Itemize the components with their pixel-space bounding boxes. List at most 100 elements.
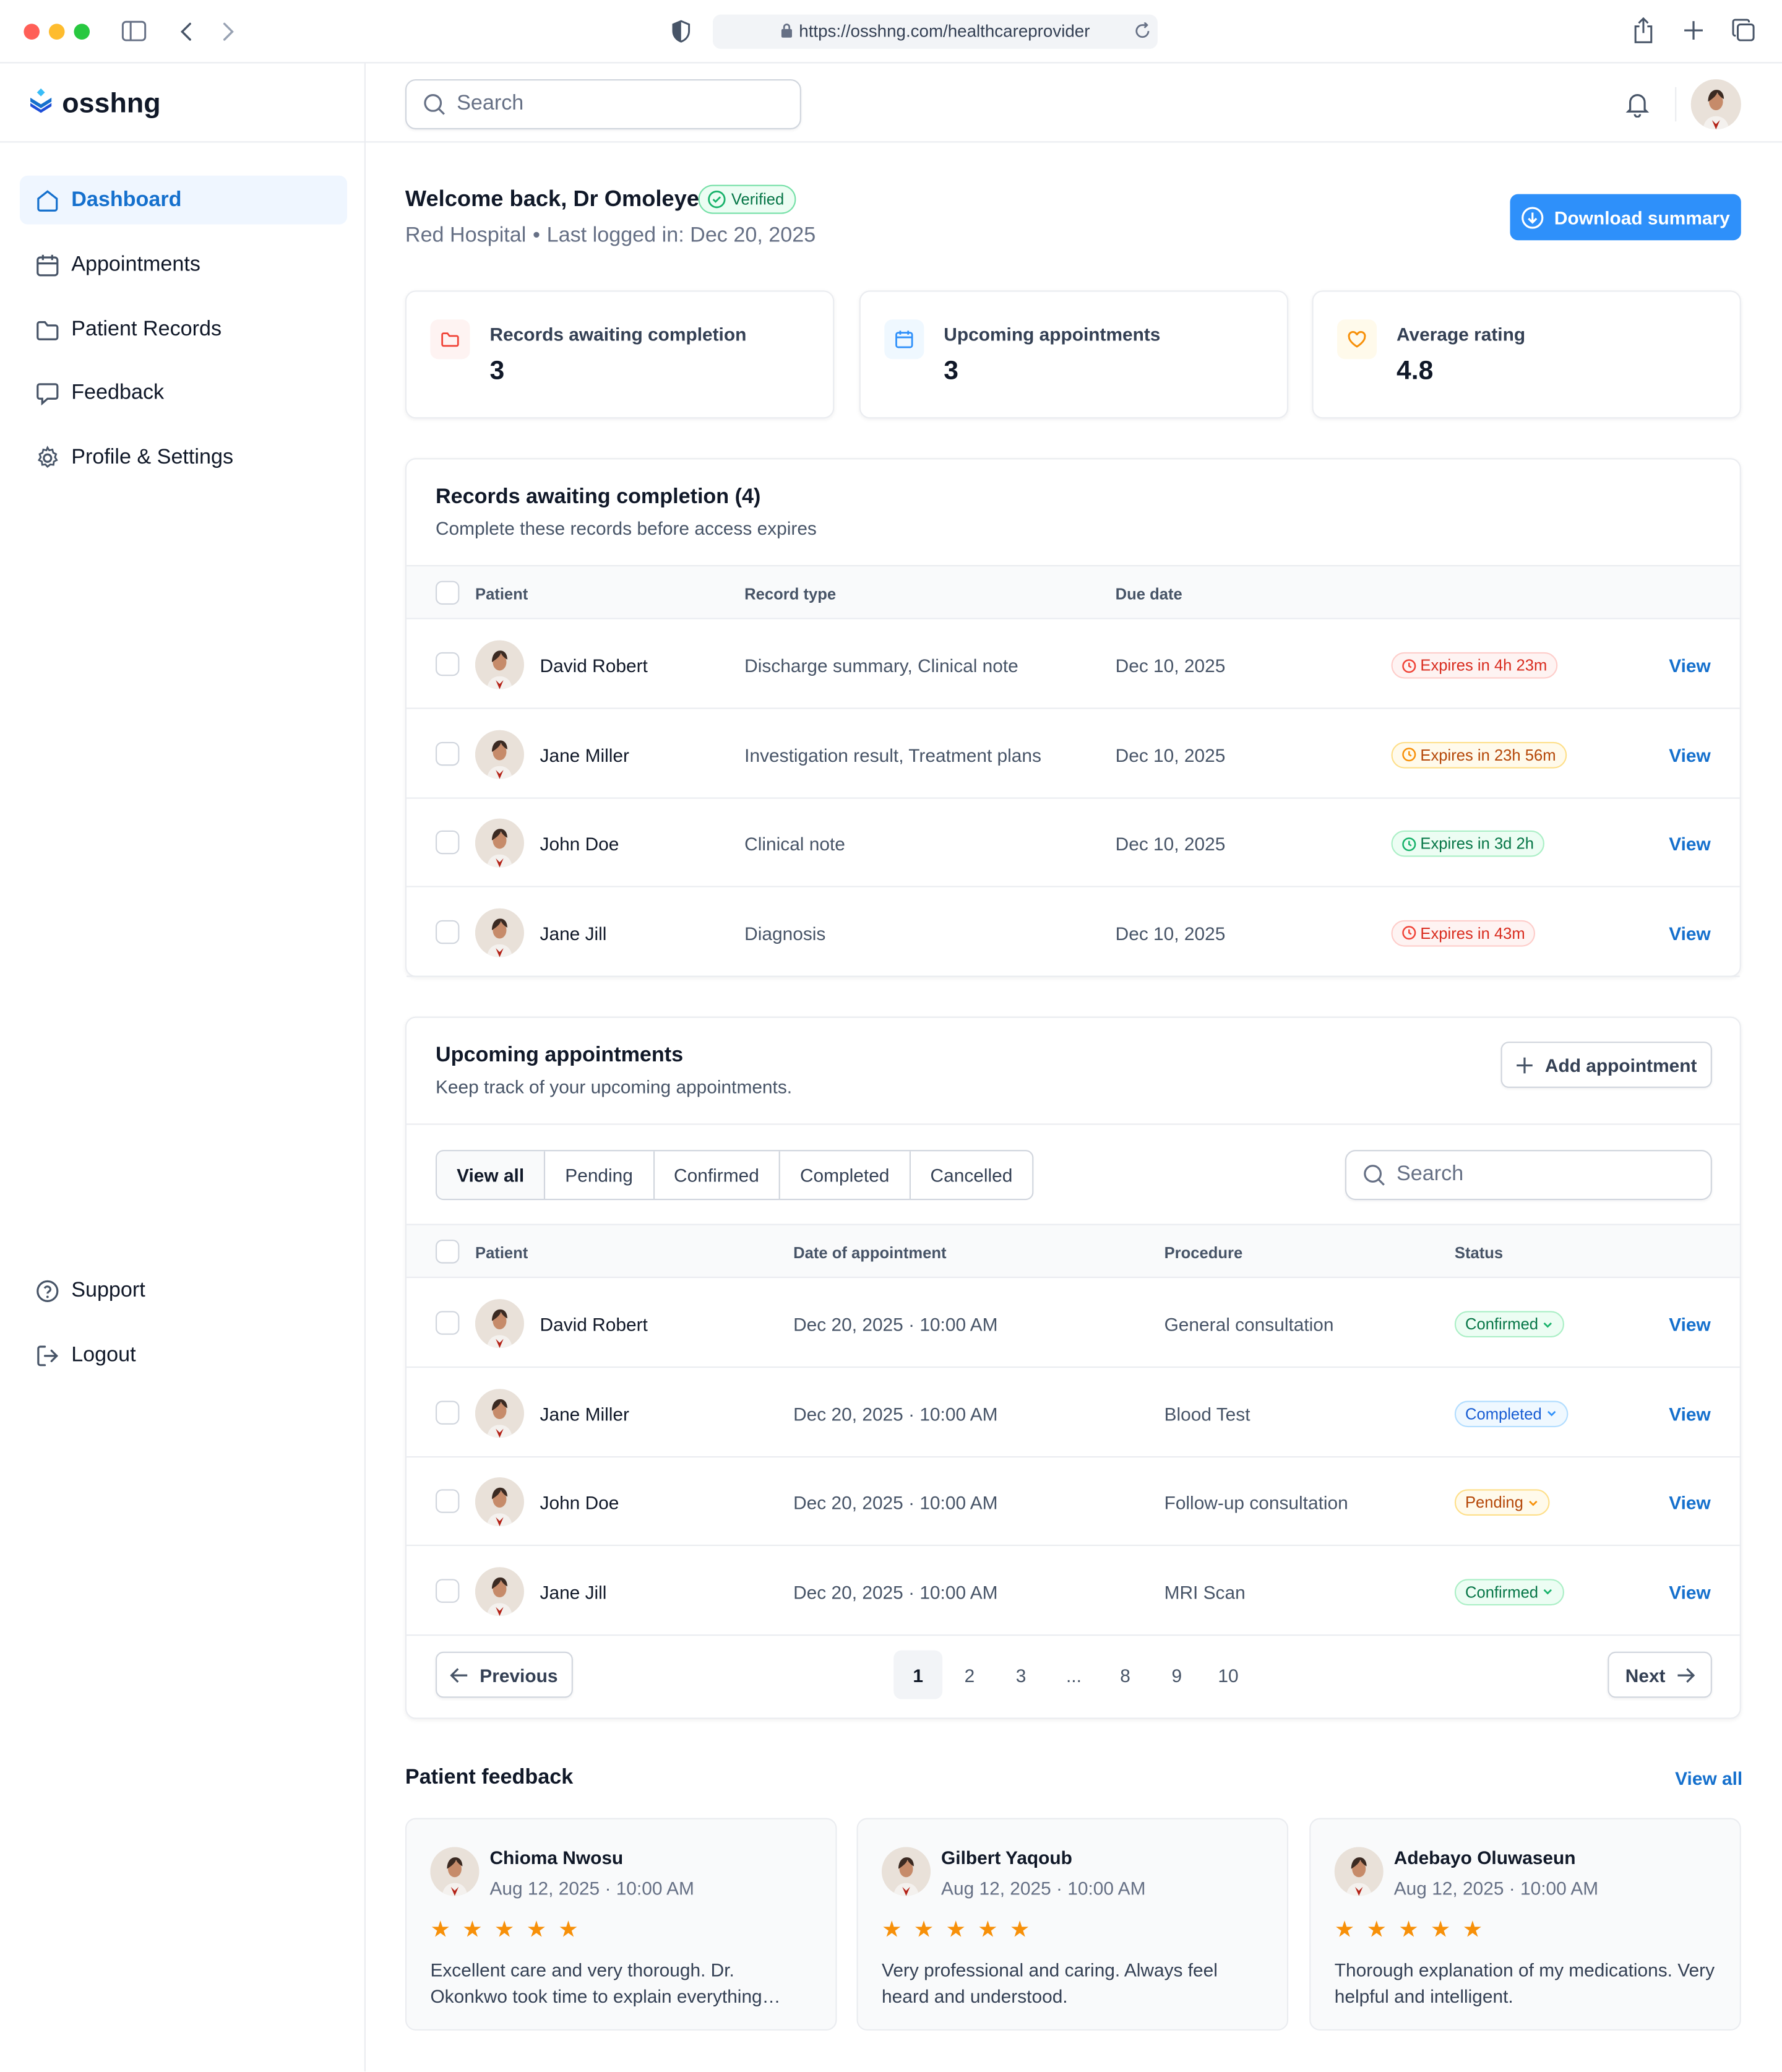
stat-value: 4.8 — [1397, 356, 1434, 386]
review-date: Aug 12, 2025 · 10:00 AM — [489, 1877, 694, 1899]
back-arrow-icon[interactable] — [178, 21, 194, 42]
verified-badge: Verified — [698, 184, 796, 214]
minimize-window-button[interactable] — [48, 24, 65, 40]
user-avatar[interactable] — [1690, 79, 1741, 130]
review-date: Aug 12, 2025 · 10:00 AM — [941, 1877, 1146, 1899]
select-all-checkbox[interactable] — [435, 1240, 460, 1264]
shield-icon[interactable] — [671, 20, 692, 43]
status-dropdown[interactable]: Confirmed — [1454, 1578, 1565, 1605]
row-checkbox[interactable] — [435, 741, 460, 766]
row-checkbox[interactable] — [435, 1578, 460, 1602]
previous-label: Previous — [480, 1664, 558, 1686]
sidebar-item-support[interactable]: Support — [20, 1266, 347, 1315]
page-button[interactable]: ... — [1049, 1651, 1098, 1699]
tab-completed[interactable]: Completed — [780, 1151, 911, 1199]
page-button[interactable]: 3 — [997, 1651, 1046, 1699]
reload-icon[interactable] — [1134, 22, 1151, 40]
stat-card-appointments: Upcoming appointments 3 — [859, 290, 1289, 419]
sidebar-item-appointments[interactable]: Appointments — [20, 240, 347, 289]
sidebar-item-feedback[interactable]: Feedback — [20, 368, 347, 417]
row-checkbox[interactable] — [435, 1489, 460, 1513]
row-checkbox[interactable] — [435, 652, 460, 676]
row-checkbox[interactable] — [435, 1400, 460, 1424]
subtitle-separator: • — [533, 224, 540, 247]
sidebar-item-label: Patient Records — [71, 317, 222, 340]
brand-logo[interactable]: osshng — [29, 87, 161, 121]
table-row: Jane Miller Investigation result, Treatm… — [407, 710, 1740, 798]
select-all-checkbox[interactable] — [435, 581, 460, 605]
due-date: Dec 10, 2025 — [1115, 833, 1226, 855]
page-button[interactable]: 2 — [945, 1651, 994, 1699]
column-header-patient: Patient — [475, 1243, 528, 1263]
appointments-search-input[interactable]: Search — [1345, 1150, 1712, 1201]
add-appointment-button[interactable]: Add appointment — [1500, 1042, 1712, 1088]
patient-name: Jane Jill — [540, 922, 607, 944]
status-dropdown[interactable]: Confirmed — [1454, 1311, 1565, 1338]
bell-icon[interactable] — [1625, 91, 1650, 118]
view-record-link[interactable]: View — [1669, 922, 1711, 943]
download-icon — [1522, 206, 1544, 228]
page-title: Welcome back, Dr Omoleye — [405, 186, 699, 212]
reviewer-avatar — [882, 1847, 931, 1896]
stat-value: 3 — [944, 356, 959, 386]
procedure: Blood Test — [1164, 1402, 1250, 1424]
tab-cancelled[interactable]: Cancelled — [911, 1151, 1033, 1199]
sidebar-item-dashboard[interactable]: Dashboard — [19, 175, 348, 225]
global-search-input[interactable]: Search — [405, 79, 801, 130]
procedure: MRI Scan — [1164, 1581, 1246, 1602]
search-placeholder: Search — [457, 92, 524, 115]
table-row: Jane Jill Dec 20, 2025 · 10:00 AM MRI Sc… — [407, 1547, 1740, 1636]
next-page-button[interactable]: Next — [1608, 1651, 1712, 1698]
new-tab-icon[interactable] — [1683, 20, 1704, 41]
feedback-card: Gilbert Yaqoub Aug 12, 2025 · 10:00 AM ★… — [856, 1818, 1289, 2031]
status-dropdown[interactable]: Completed — [1454, 1400, 1569, 1427]
reviewer-avatar — [1334, 1847, 1384, 1896]
records-title: Records awaiting completion (4) — [435, 486, 761, 509]
procedure: General consultation — [1164, 1313, 1334, 1335]
page-button[interactable]: 10 — [1204, 1651, 1253, 1699]
page-button[interactable]: 1 — [893, 1650, 943, 1699]
sidebar-item-label: Profile & Settings — [71, 445, 234, 468]
column-header-due-date: Due date — [1115, 585, 1182, 603]
sidebar-item-profile-settings[interactable]: Profile & Settings — [20, 433, 347, 482]
star-rating: ★★★★★ — [430, 1917, 591, 1943]
view-record-link[interactable]: View — [1669, 744, 1711, 765]
share-icon[interactable] — [1633, 17, 1654, 44]
status-dropdown[interactable]: Pending — [1454, 1489, 1550, 1516]
sidebar-toggle-icon[interactable] — [121, 20, 147, 42]
forward-arrow-icon[interactable] — [220, 21, 236, 42]
sidebar-item-logout[interactable]: Logout — [20, 1331, 347, 1379]
page-button[interactable]: 9 — [1152, 1651, 1201, 1699]
row-checkbox[interactable] — [435, 1311, 460, 1335]
tab-pending[interactable]: Pending — [545, 1151, 655, 1199]
zoom-window-button[interactable] — [74, 24, 90, 40]
hospital-name: Red Hospital — [405, 224, 527, 247]
patient-avatar — [475, 1388, 524, 1438]
view-appointment-link[interactable]: View — [1669, 1403, 1711, 1424]
close-window-button[interactable] — [24, 24, 40, 40]
view-appointment-link[interactable]: View — [1669, 1314, 1711, 1335]
calendar-icon — [37, 254, 59, 276]
folder-icon — [37, 320, 59, 340]
clock-icon — [1402, 748, 1416, 762]
address-bar[interactable]: https://osshng.com/healthcareprovider — [712, 14, 1158, 49]
feedback-view-all-link[interactable]: View all — [1675, 1768, 1742, 1789]
tab-confirmed[interactable]: Confirmed — [654, 1151, 780, 1199]
expiry-badge: Expires in 3d 2h — [1391, 830, 1545, 857]
download-summary-button[interactable]: Download summary — [1510, 194, 1741, 241]
view-appointment-link[interactable]: View — [1669, 1492, 1711, 1513]
tab-overview-icon[interactable] — [1732, 19, 1755, 42]
tab-view-all[interactable]: View all — [437, 1151, 546, 1199]
row-checkbox[interactable] — [435, 919, 460, 944]
view-record-link[interactable]: View — [1669, 655, 1711, 676]
view-appointment-link[interactable]: View — [1669, 1581, 1711, 1602]
previous-page-button[interactable]: Previous — [435, 1651, 573, 1698]
row-checkbox[interactable] — [435, 830, 460, 855]
folder-icon — [430, 319, 470, 360]
sidebar-item-patient-records[interactable]: Patient Records — [20, 305, 347, 354]
stat-label: Records awaiting completion — [489, 323, 747, 345]
page-button[interactable]: 8 — [1101, 1651, 1150, 1699]
sidebar-item-label: Feedback — [71, 381, 165, 404]
view-record-link[interactable]: View — [1669, 833, 1711, 854]
star-rating: ★★★★★ — [1334, 1917, 1495, 1943]
